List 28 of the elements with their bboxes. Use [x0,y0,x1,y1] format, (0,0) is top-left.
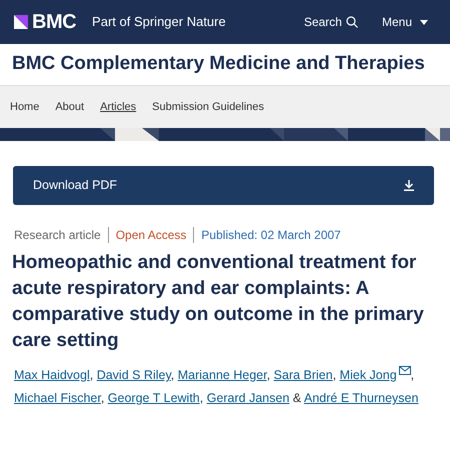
email-icon[interactable] [398,366,411,375]
tagline: Part of Springer Nature [92,13,226,32]
author-link[interactable]: Marianne Heger [178,368,267,382]
author-link[interactable]: André E Thurneysen [304,391,418,405]
published-date: Published: 02 March 2007 [201,227,341,244]
open-access-label: Open Access [116,227,186,244]
logo[interactable]: BMC [32,7,76,37]
author-link[interactable]: Miek Jong [340,368,411,382]
search-icon [346,16,358,28]
caret-icon [420,20,428,24]
nav-link[interactable]: Home [10,98,40,116]
nav-link[interactable]: About [55,98,84,116]
nav-link[interactable]: Submission Guidelines [152,98,264,116]
nav-link[interactable]: Articles [100,98,136,116]
author-link[interactable]: Sara Brien [274,368,333,382]
author-link[interactable]: David S Riley [96,368,171,382]
menu-button[interactable]: Menu [382,13,428,31]
author-list: Max Haidvogl, David S Riley, Marianne Heger, Sara Brien, Miek Jong , Michael Fischer, George T Lewith, Gerard Jansen & André E Thurneysen [14,364,436,410]
author-link[interactable]: Michael Fischer [14,391,101,405]
logo-icon [14,15,28,29]
author-link[interactable]: Gerard Jansen [206,391,290,405]
author-link[interactable]: Max Haidvogl [14,368,90,382]
article-type: Research article [14,227,101,244]
search-button[interactable]: Search [304,13,358,31]
download-pdf-button[interactable]: Download PDF [13,166,434,205]
article-title: Homeopathic and conventional treatment for acute respiratory and ear complaints: A comparative study on outcome in the primary care setting [12,251,425,353]
author-link[interactable]: George T Lewith [108,391,200,405]
download-icon [404,180,414,191]
